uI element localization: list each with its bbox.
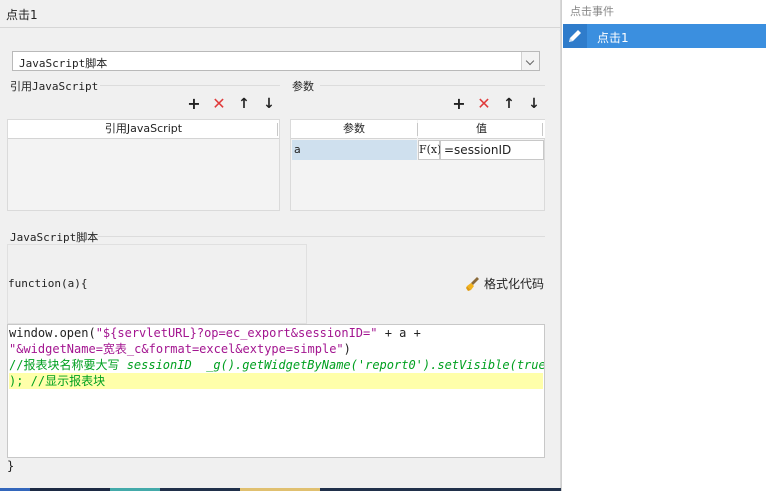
code-token: ) bbox=[343, 342, 351, 356]
function-open: function(a){ bbox=[8, 277, 88, 290]
params-section-label: 参数 bbox=[292, 80, 314, 93]
ref-js-table[interactable]: 引用JavaScript bbox=[7, 119, 280, 211]
function-close: } bbox=[7, 459, 15, 473]
format-code-button[interactable]: 格式化代码 bbox=[465, 275, 544, 292]
param-value-input[interactable]: =sessionID bbox=[440, 140, 544, 160]
arrow-down-icon[interactable]: ↓ bbox=[526, 96, 542, 112]
chevron-down-icon[interactable] bbox=[521, 52, 539, 70]
code-line: //报表块名称要大写 sessionID _g().getWidgetByNam… bbox=[9, 357, 545, 373]
arrow-up-icon[interactable]: ↑ bbox=[501, 96, 517, 112]
event-editor-panel: 点击1 JavaScript脚本 引用JavaScript + ✕ ↑ ↓ 引用… bbox=[0, 0, 561, 491]
code-line: "&widgetName=宽表_c&format=excel&extype=si… bbox=[9, 341, 543, 357]
pencil-icon[interactable] bbox=[563, 24, 587, 48]
arrow-down-icon[interactable]: ↓ bbox=[261, 96, 277, 112]
events-panel: 点击事件 点击1 bbox=[561, 0, 766, 491]
params-table[interactable]: 参数 值 a F(x) =sessionID bbox=[290, 119, 545, 211]
code-token: "${servletURL}?op=ec_export&sessionID=" bbox=[95, 326, 378, 340]
code-token: //报表块名称要大写 bbox=[9, 358, 127, 372]
divider bbox=[100, 85, 280, 86]
divider bbox=[542, 123, 543, 136]
cross-icon[interactable]: ✕ bbox=[476, 96, 492, 112]
param-name-cell[interactable]: a bbox=[292, 140, 417, 160]
plus-icon[interactable]: + bbox=[186, 96, 202, 112]
code-token: window.open( bbox=[9, 326, 96, 340]
divider bbox=[98, 236, 545, 237]
script-type-value: JavaScript脚本 bbox=[19, 57, 108, 70]
broom-icon bbox=[465, 276, 481, 292]
arrow-up-icon[interactable]: ↑ bbox=[236, 96, 252, 112]
code-line: ); //显示报表块 bbox=[9, 373, 543, 389]
divider bbox=[277, 123, 278, 136]
params-column-name: 参数 bbox=[291, 120, 417, 139]
code-token: sessionID _g().getWidgetByName('report0'… bbox=[126, 358, 545, 372]
window-title: 点击1 bbox=[6, 8, 38, 22]
event-item-label: 点击1 bbox=[597, 31, 629, 45]
divider bbox=[320, 85, 545, 86]
code-line: window.open("${servletURL}?op=ec_export&… bbox=[9, 325, 543, 341]
code-token: "&widgetName=宽表_c&format=excel&extype=si… bbox=[9, 342, 344, 356]
formula-icon[interactable]: F(x) bbox=[418, 140, 441, 160]
params-column-value: 值 bbox=[418, 120, 545, 139]
divider bbox=[0, 27, 561, 28]
plus-icon[interactable]: + bbox=[451, 96, 467, 112]
code-editor[interactable]: window.open("${servletURL}?op=ec_export&… bbox=[7, 324, 545, 458]
script-type-select[interactable]: JavaScript脚本 bbox=[12, 51, 540, 71]
events-header: 点击事件 bbox=[570, 5, 614, 18]
ref-js-section-label: 引用JavaScript bbox=[10, 80, 99, 93]
code-token: ); //显示报表块 bbox=[9, 374, 106, 388]
event-item[interactable]: 点击1 bbox=[563, 24, 766, 48]
format-code-label: 格式化代码 bbox=[484, 277, 545, 291]
code-token: + a + bbox=[377, 326, 421, 340]
script-section-label: JavaScript脚本 bbox=[10, 231, 99, 244]
ref-js-column-header: 引用JavaScript bbox=[8, 120, 279, 139]
cross-icon[interactable]: ✕ bbox=[211, 96, 227, 112]
